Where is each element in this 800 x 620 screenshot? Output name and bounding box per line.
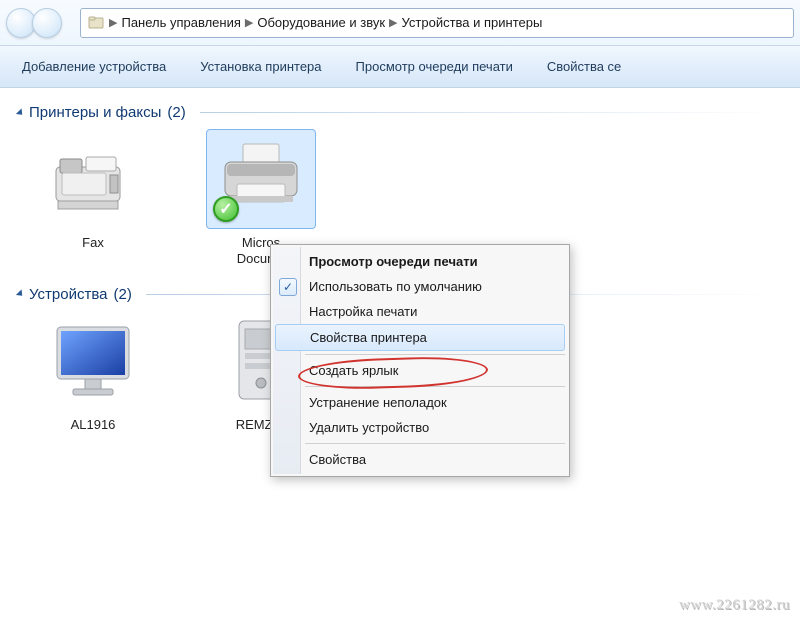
forward-button[interactable]: [32, 8, 62, 38]
menu-properties[interactable]: Свойства: [273, 447, 567, 472]
menu-view-queue[interactable]: Просмотр очереди печати: [273, 249, 567, 274]
chevron-right-icon: ▶: [109, 16, 117, 29]
nav-row: ▶ Панель управления ▶ Оборудование и зву…: [0, 0, 800, 46]
fax-icon: [38, 129, 148, 229]
device-label: Fax: [28, 235, 158, 251]
device-item-fax[interactable]: Fax: [28, 129, 158, 268]
printer-icon: ✓: [206, 129, 316, 229]
menu-set-default[interactable]: ✓ Использовать по умолчанию: [273, 274, 567, 299]
add-printer-button[interactable]: Установка принтера: [200, 59, 321, 74]
menu-printer-properties[interactable]: Свойства принтера: [275, 324, 565, 351]
group-count: (2): [167, 104, 185, 121]
folder-icon: [87, 14, 105, 32]
group-title: Устройства: [29, 286, 107, 303]
breadcrumb-item[interactable]: Панель управления: [121, 15, 240, 30]
menu-remove-device[interactable]: Удалить устройство: [273, 415, 567, 440]
divider: [200, 112, 782, 113]
view-queue-button[interactable]: Просмотр очереди печати: [356, 59, 513, 74]
command-bar: Добавление устройства Установка принтера…: [0, 46, 800, 88]
menu-troubleshoot[interactable]: Устранение неполадок: [273, 390, 567, 415]
watermark: www.2261282.ru: [679, 597, 790, 614]
menu-separator: [305, 354, 565, 355]
chevron-right-icon: ▶: [389, 16, 397, 29]
device-label: AL1916: [28, 417, 158, 433]
device-item-monitor[interactable]: AL1916: [28, 311, 158, 433]
default-check-icon: ✓: [213, 196, 239, 222]
address-bar[interactable]: ▶ Панель управления ▶ Оборудование и зву…: [80, 8, 794, 38]
menu-separator: [305, 443, 565, 444]
menu-print-prefs[interactable]: Настройка печати: [273, 299, 567, 324]
context-menu: Просмотр очереди печати ✓ Использовать п…: [270, 244, 570, 477]
menu-separator: [305, 386, 565, 387]
menu-label: Использовать по умолчанию: [309, 279, 482, 294]
group-header-printers[interactable]: Принтеры и факсы (2): [18, 104, 782, 121]
group-title: Принтеры и факсы: [29, 104, 161, 121]
collapse-icon: [16, 289, 25, 298]
nav-arrows: [6, 8, 62, 38]
breadcrumb-item[interactable]: Устройства и принтеры: [402, 15, 543, 30]
menu-create-shortcut[interactable]: Создать ярлык: [273, 358, 567, 383]
add-device-button[interactable]: Добавление устройства: [22, 59, 166, 74]
collapse-icon: [16, 108, 25, 117]
properties-button[interactable]: Свойства се: [547, 59, 621, 74]
check-icon: ✓: [279, 278, 297, 296]
group-count: (2): [113, 286, 131, 303]
monitor-icon: [38, 311, 148, 411]
breadcrumb-item[interactable]: Оборудование и звук: [257, 15, 385, 30]
chevron-right-icon: ▶: [245, 16, 253, 29]
